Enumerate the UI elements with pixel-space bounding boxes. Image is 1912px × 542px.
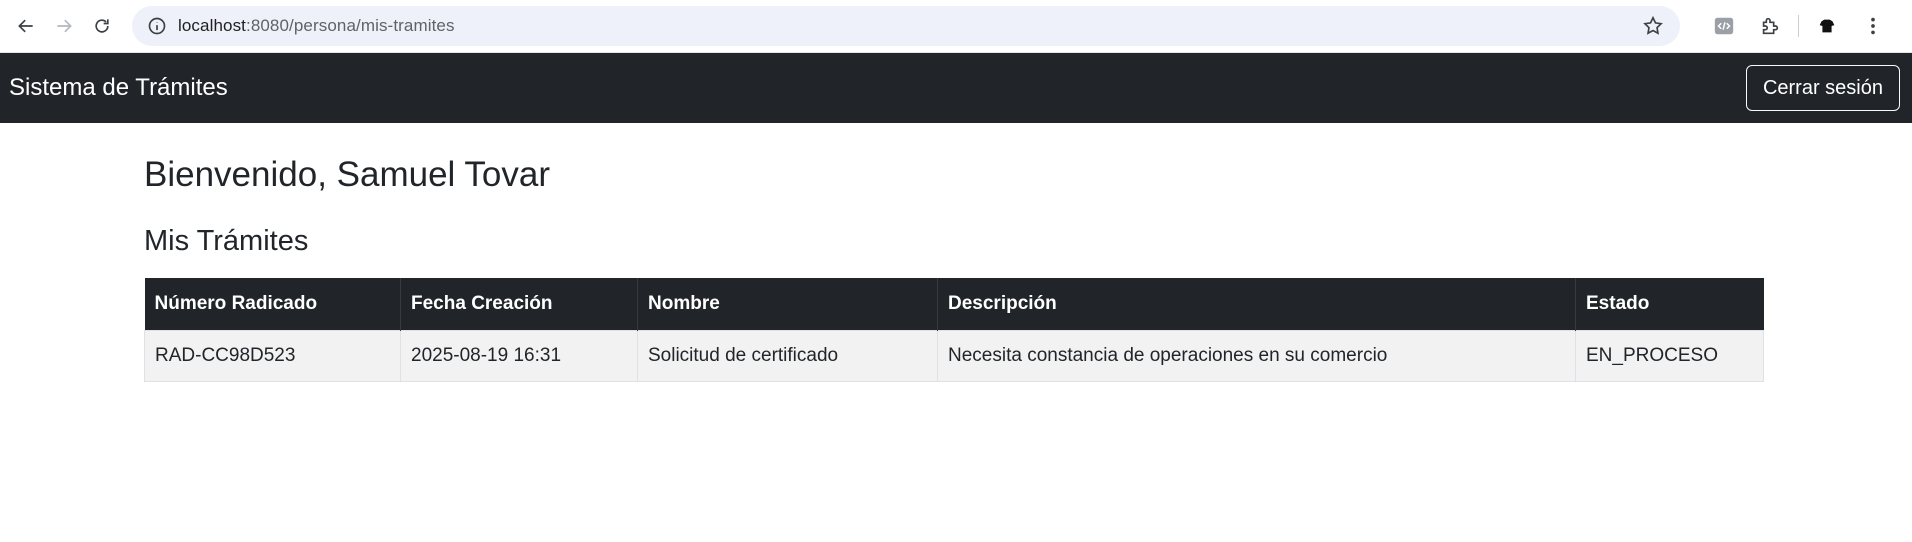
header-numero-radicado: Número Radicado [144,278,401,330]
cell-estado: EN_PROCESO [1575,329,1764,382]
bookmark-star-icon[interactable] [1642,15,1664,37]
devtools-extension-icon[interactable] [1706,8,1742,44]
url-path: :8080/persona/mis-tramites [246,16,455,35]
app-navbar: Sistema de Trámites Cerrar sesión [0,53,1912,123]
table-row: RAD-CC98D523 2025-08-19 16:31 Solicitud … [144,329,1764,382]
tramites-table: Número Radicado Fecha Creación Nombre De… [144,278,1764,382]
cell-numero-radicado: RAD-CC98D523 [144,329,401,382]
header-estado: Estado [1575,278,1764,330]
browser-menu-icon[interactable] [1855,8,1891,44]
main-content: Bienvenido, Samuel Tovar Mis Trámites Nú… [144,123,1764,382]
welcome-heading: Bienvenido, Samuel Tovar [144,155,550,194]
forward-icon[interactable] [46,8,82,44]
cell-fecha-creacion: 2025-08-19 16:31 [400,329,638,382]
url-text: localhost:8080/persona/mis-tramites [178,16,455,36]
browser-toolbar: localhost:8080/persona/mis-tramites [0,0,1912,53]
site-info-icon[interactable] [146,15,168,37]
profile-avatar-icon[interactable] [1809,8,1845,44]
brand-title[interactable]: Sistema de Trámites [9,74,228,102]
extensions-area [1696,8,1891,44]
puzzle-extensions-icon[interactable] [1752,8,1788,44]
logout-button[interactable]: Cerrar sesión [1745,65,1900,111]
reload-icon[interactable] [84,8,120,44]
toolbar-separator [1798,15,1799,37]
table-body: RAD-CC98D523 2025-08-19 16:31 Solicitud … [144,329,1764,382]
table-header: Número Radicado Fecha Creación Nombre De… [144,278,1764,330]
address-bar[interactable]: localhost:8080/persona/mis-tramites [132,6,1680,46]
header-fecha-creacion: Fecha Creación [400,278,638,330]
back-icon[interactable] [8,8,44,44]
section-title: Mis Trámites [144,225,309,257]
header-row: Número Radicado Fecha Creación Nombre De… [144,278,1764,330]
header-nombre: Nombre [637,278,938,330]
cell-descripcion: Necesita constancia de operaciones en su… [937,329,1576,382]
url-host: localhost [178,16,246,35]
cell-nombre: Solicitud de certificado [637,329,938,382]
header-descripcion: Descripción [937,278,1576,330]
